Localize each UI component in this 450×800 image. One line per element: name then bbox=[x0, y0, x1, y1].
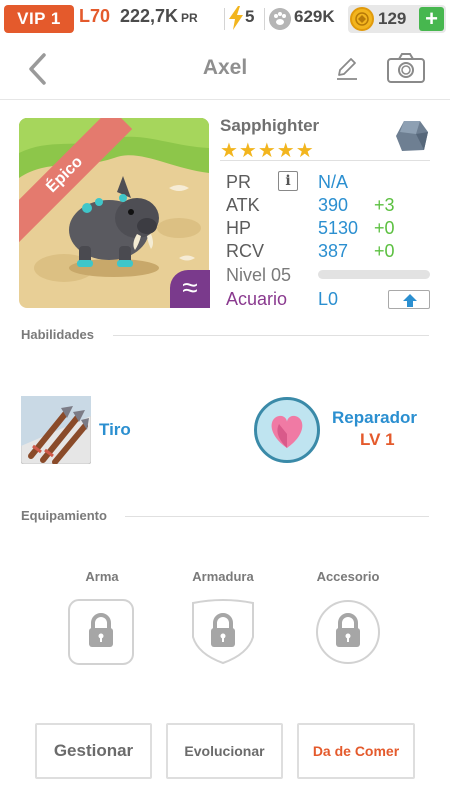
add-coins-button[interactable]: + bbox=[419, 7, 444, 31]
lock-icon bbox=[68, 599, 134, 665]
level-label: Nivel 05 bbox=[226, 265, 292, 285]
rcv-value: 387 bbox=[318, 241, 349, 261]
divider bbox=[125, 516, 429, 517]
divider bbox=[113, 335, 429, 336]
energy-count: 5 bbox=[245, 7, 255, 26]
manage-button[interactable]: Gestionar bbox=[35, 723, 152, 779]
armor-label: Armadura bbox=[192, 569, 254, 584]
level-progress-bar bbox=[318, 270, 430, 279]
pr-label: PR bbox=[226, 172, 252, 192]
water-type-icon: ≈ bbox=[170, 270, 210, 308]
camera-icon[interactable] bbox=[386, 52, 426, 84]
accessory-slot[interactable] bbox=[315, 599, 381, 665]
divider bbox=[264, 8, 265, 30]
divider bbox=[224, 8, 225, 30]
power-value: 222,7K bbox=[120, 6, 179, 26]
heart-icon bbox=[271, 415, 303, 448]
atk-value: 390 bbox=[318, 195, 349, 215]
header: Axel bbox=[0, 38, 450, 100]
skill-name: Tiro bbox=[99, 420, 131, 439]
status-bar: VIP 1 L70 222,7K PR 5 629K 129 + bbox=[0, 0, 450, 38]
heal-skill-icon[interactable] bbox=[254, 397, 320, 463]
equipment-heading: Equipamiento bbox=[21, 508, 107, 523]
atk-bonus: +3 bbox=[374, 195, 395, 215]
weapon-label: Arma bbox=[85, 569, 119, 584]
divider bbox=[220, 160, 430, 161]
aquarium-label: Acuario bbox=[226, 289, 288, 309]
rock-element-icon[interactable] bbox=[394, 118, 430, 154]
coin-count: 129 bbox=[378, 9, 407, 28]
up-arrow-icon bbox=[403, 294, 417, 307]
pet-name: Sapphighter bbox=[220, 116, 320, 135]
accessory-label: Accesorio bbox=[316, 569, 380, 584]
paw-count: 629K bbox=[294, 7, 335, 26]
weapon-slot[interactable] bbox=[68, 599, 134, 665]
aquarium-level: L0 bbox=[318, 289, 339, 309]
vip-badge[interactable]: VIP 1 bbox=[4, 5, 74, 33]
power-suffix: PR bbox=[181, 11, 198, 25]
lock-icon bbox=[316, 600, 380, 664]
arrows-skill-icon[interactable] bbox=[21, 396, 91, 464]
hp-bonus: +0 bbox=[374, 218, 395, 238]
rcv-bonus: +0 bbox=[374, 241, 395, 261]
upgrade-button[interactable] bbox=[388, 290, 430, 309]
power-rating: 222,7K PR bbox=[120, 6, 198, 27]
paw-icon bbox=[269, 8, 291, 30]
page-title: Axel bbox=[202, 56, 248, 79]
coin-icon bbox=[350, 7, 374, 31]
skill-level: LV 1 bbox=[360, 430, 395, 449]
skill-name: Reparador bbox=[332, 408, 418, 427]
info-icon[interactable]: i bbox=[278, 171, 298, 191]
lock-icon bbox=[192, 599, 254, 665]
lightning-icon bbox=[229, 6, 243, 30]
atk-label: ATK bbox=[226, 195, 260, 215]
hp-label: HP bbox=[226, 218, 252, 238]
pencil-icon[interactable] bbox=[334, 54, 360, 82]
hp-value: 5130 bbox=[318, 218, 359, 238]
armor-slot[interactable] bbox=[190, 599, 256, 665]
abilities-heading: Habilidades bbox=[21, 327, 94, 342]
rcv-label: RCV bbox=[226, 241, 265, 261]
player-level: L70 bbox=[79, 6, 111, 26]
pr-value: N/A bbox=[318, 172, 349, 192]
evolve-button[interactable]: Evolucionar bbox=[166, 723, 283, 779]
feed-button[interactable]: Da de Comer bbox=[297, 723, 415, 779]
